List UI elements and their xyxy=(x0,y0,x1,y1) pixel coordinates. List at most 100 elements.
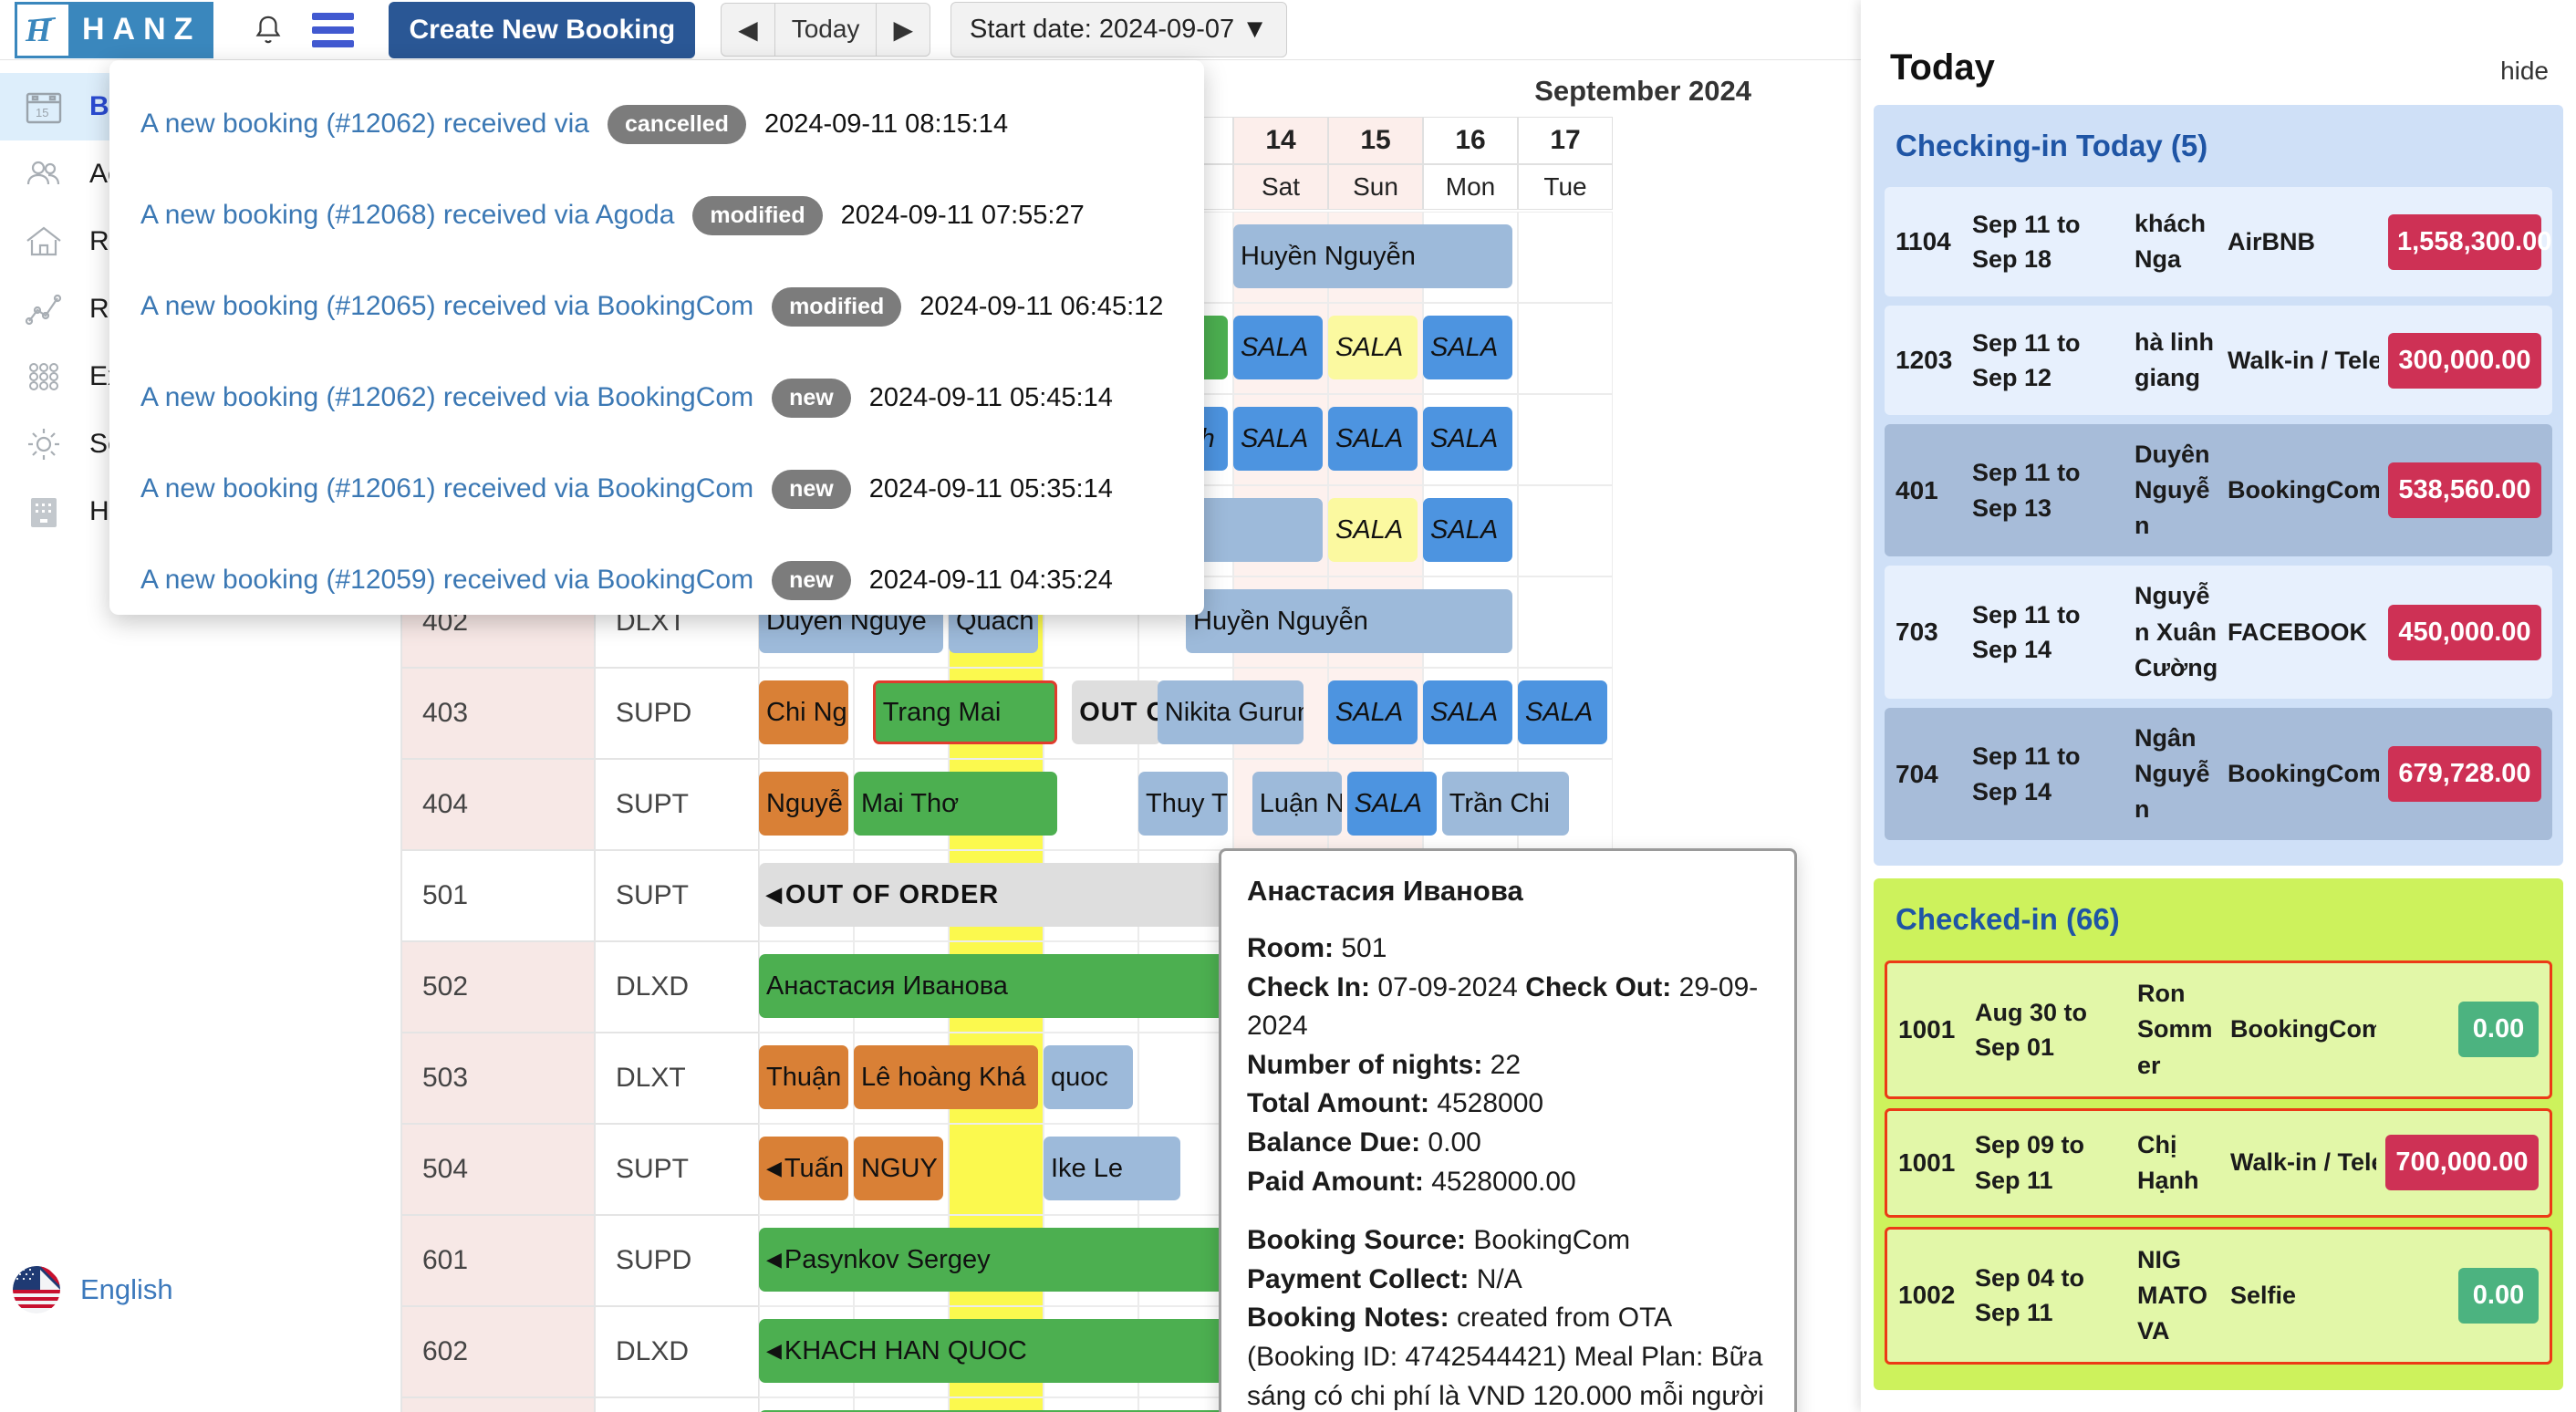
start-date-dropdown[interactable]: Start date: 2024-09-07 ▼ xyxy=(950,2,1287,57)
booking-bar[interactable]: Nikita Gurung xyxy=(1158,680,1304,744)
h-letter-icon: H xyxy=(23,10,63,50)
booking-bar[interactable]: SALA xyxy=(1328,498,1418,562)
room-type-cell: SUPT xyxy=(595,850,759,941)
tooltip-checkout-label: Check Out: xyxy=(1525,972,1671,1002)
booking-source: Selfie xyxy=(2230,1282,2376,1310)
calendar-day-cell[interactable] xyxy=(1518,485,1613,576)
booking-bar[interactable]: SALA xyxy=(1233,316,1323,379)
calendar-day-cell[interactable] xyxy=(1518,394,1613,485)
brand-name: HANZ xyxy=(71,2,213,58)
booking-bar[interactable]: Chi Ng xyxy=(759,680,848,744)
notification-link[interactable]: A new booking (#12062) received via Book… xyxy=(140,382,753,413)
calendar-day-cell[interactable] xyxy=(1518,212,1613,303)
language-selector[interactable]: English xyxy=(13,1266,173,1313)
calendar-room-row: 403SUPDChi NgTrang MaiOUT ONikita Gurung… xyxy=(401,668,1861,759)
gear-icon xyxy=(20,420,68,468)
app-root: H HANZ Create New Booking ◀ Today ▶ Star… xyxy=(0,0,2576,1412)
booking-bar[interactable]: Ike Le xyxy=(1044,1137,1180,1200)
calendar-day-name: Tue xyxy=(1518,164,1613,210)
tooltip-guest-name: Анастасия Иванова xyxy=(1247,875,1769,908)
booking-summary-row[interactable]: 1001Sep 09 to Sep 11Chị HạnhWalk-in / Te… xyxy=(1885,1108,2552,1218)
booking-summary-row[interactable]: 703Sep 11 to Sep 14Nguyễn Xuân CườngFACE… xyxy=(1885,566,2552,698)
booking-bar-label: SALA xyxy=(1355,789,1422,819)
tooltip-collect-value: N/A xyxy=(1477,1264,1522,1294)
flag-icon xyxy=(13,1266,60,1313)
notification-item[interactable]: A new booking (#12061) received via Book… xyxy=(109,443,1204,535)
booking-bar[interactable]: OUT O xyxy=(1072,680,1161,744)
notification-item[interactable]: A new booking (#12059) received via Book… xyxy=(109,535,1204,626)
booking-bar[interactable]: Trần Chi xyxy=(1442,772,1570,836)
tooltip-total: Total Amount: 4528000 xyxy=(1247,1085,1769,1124)
booking-bar[interactable]: Huyền Nguyễn xyxy=(1233,224,1512,288)
language-label: English xyxy=(80,1273,173,1306)
booking-bar[interactable]: ◀Tuấn xyxy=(759,1137,848,1200)
booking-bar-label: OUT OF ORDER xyxy=(785,880,999,910)
calendar-day-cell[interactable] xyxy=(1518,303,1613,394)
booking-summary-row[interactable]: 704Sep 11 to Sep 14Ngân NguyễnBookingCom… xyxy=(1885,708,2552,840)
today-button[interactable]: Today xyxy=(775,3,878,57)
booking-summary-row[interactable]: 1001Aug 30 to Sep 01Ron SommerBookingCom… xyxy=(1885,960,2552,1098)
booking-bar-label: NGUY xyxy=(861,1154,938,1184)
calendar-day-cell[interactable] xyxy=(1044,759,1138,850)
calendar-day-cell[interactable] xyxy=(1518,576,1613,668)
menu-hamburger-icon[interactable] xyxy=(312,13,354,47)
booking-amount-badge: 538,560.00 xyxy=(2388,462,2541,518)
booking-bar[interactable]: SALA xyxy=(1423,680,1512,744)
booking-tooltip: Анастасия Иванова Room: 501 Check In: 07… xyxy=(1219,848,1797,1412)
room-number-cell: 601 xyxy=(401,1215,595,1306)
notification-link[interactable]: A new booking (#12065) received via Book… xyxy=(140,291,753,322)
booking-bar[interactable]: quoc xyxy=(1044,1045,1133,1109)
booking-bar[interactable]: SALA xyxy=(1423,498,1512,562)
prev-period-button[interactable]: ◀ xyxy=(721,3,775,57)
room-number-cell: 403 xyxy=(401,668,595,759)
booking-bar[interactable]: Thuận xyxy=(759,1045,848,1109)
calendar-day-name: Mon xyxy=(1423,164,1518,210)
booking-bar[interactable]: SALA xyxy=(1518,680,1607,744)
notifications-dropdown[interactable]: A new booking (#12062) received viacance… xyxy=(109,60,1204,615)
booking-bar[interactable]: Lê hoàng Khá xyxy=(854,1045,1038,1109)
notification-link[interactable]: A new booking (#12068) received via Agod… xyxy=(140,200,674,231)
notification-timestamp: 2024-09-11 06:45:12 xyxy=(919,292,1163,322)
next-period-button[interactable]: ▶ xyxy=(877,3,930,57)
notification-item[interactable]: A new booking (#12068) received via Agod… xyxy=(109,170,1204,261)
booking-bar[interactable]: Mai Thơ xyxy=(854,772,1057,836)
booking-bar-label: OUT O xyxy=(1079,698,1161,728)
notification-link[interactable]: A new booking (#12062) received via xyxy=(140,109,589,140)
booking-summary-row[interactable]: 1002Sep 04 to Sep 11NIG MATOVASelfie0.00 xyxy=(1885,1227,2552,1365)
booking-room-number: 1104 xyxy=(1896,227,1963,256)
booking-bar[interactable]: SALA xyxy=(1423,316,1512,379)
notification-link[interactable]: A new booking (#12059) received via Book… xyxy=(140,565,753,596)
booking-bar-label: Tuấn xyxy=(784,1154,844,1184)
booking-bar[interactable]: Huyền Nguyễn xyxy=(1186,589,1512,653)
calendar-day-name: Sun xyxy=(1328,164,1423,210)
booking-bar-label: SALA xyxy=(1525,698,1593,728)
booking-bar[interactable]: NGUY xyxy=(854,1137,943,1200)
booking-bar[interactable]: Nguyễ xyxy=(759,772,848,836)
create-new-booking-button[interactable]: Create New Booking xyxy=(389,2,695,58)
booking-summary-row[interactable]: 1203Sep 11 to Sep 12hà linh giangWalk-in… xyxy=(1885,306,2552,415)
booking-bar[interactable]: SALA xyxy=(1328,680,1418,744)
tooltip-nights-value: 22 xyxy=(1491,1050,1521,1080)
booking-bar[interactable]: SALA xyxy=(1233,407,1323,471)
notifications-bell-icon[interactable] xyxy=(248,10,288,50)
booking-summary-row[interactable]: 1104Sep 11 to Sep 18khách NgaAirBNB1,558… xyxy=(1885,187,2552,296)
booking-guest-name: Nguyễn Xuân Cường xyxy=(2135,578,2218,685)
brand-logo[interactable]: H HANZ xyxy=(15,2,213,58)
booking-bar[interactable]: Trang Mai xyxy=(873,680,1057,744)
notification-item[interactable]: A new booking (#12062) received via Book… xyxy=(109,352,1204,443)
hide-panel-button[interactable]: hide xyxy=(2500,57,2549,86)
notification-link[interactable]: A new booking (#12061) received via Book… xyxy=(140,473,753,504)
booking-bar[interactable]: SALA xyxy=(1328,407,1418,471)
notification-item[interactable]: A new booking (#12062) received viacance… xyxy=(109,78,1204,170)
notification-item[interactable]: A new booking (#12065) received via Book… xyxy=(109,261,1204,352)
notification-timestamp: 2024-09-11 08:15:14 xyxy=(764,109,1008,140)
booking-bar[interactable]: Thuy T xyxy=(1138,772,1228,836)
booking-bar[interactable]: SALA xyxy=(1328,316,1418,379)
booking-summary-row[interactable]: 401Sep 11 to Sep 13Duyên NguyễnBookingCo… xyxy=(1885,424,2552,556)
room-number-cell: 502 xyxy=(401,941,595,1033)
calendar-day-cell[interactable] xyxy=(949,1124,1044,1215)
booking-bar[interactable]: SALA xyxy=(1423,407,1512,471)
booking-bar[interactable]: Luận N xyxy=(1252,772,1342,836)
booking-bar[interactable]: SALA xyxy=(1347,772,1437,836)
tooltip-paid: Paid Amount: 4528000.00 xyxy=(1247,1163,1769,1202)
